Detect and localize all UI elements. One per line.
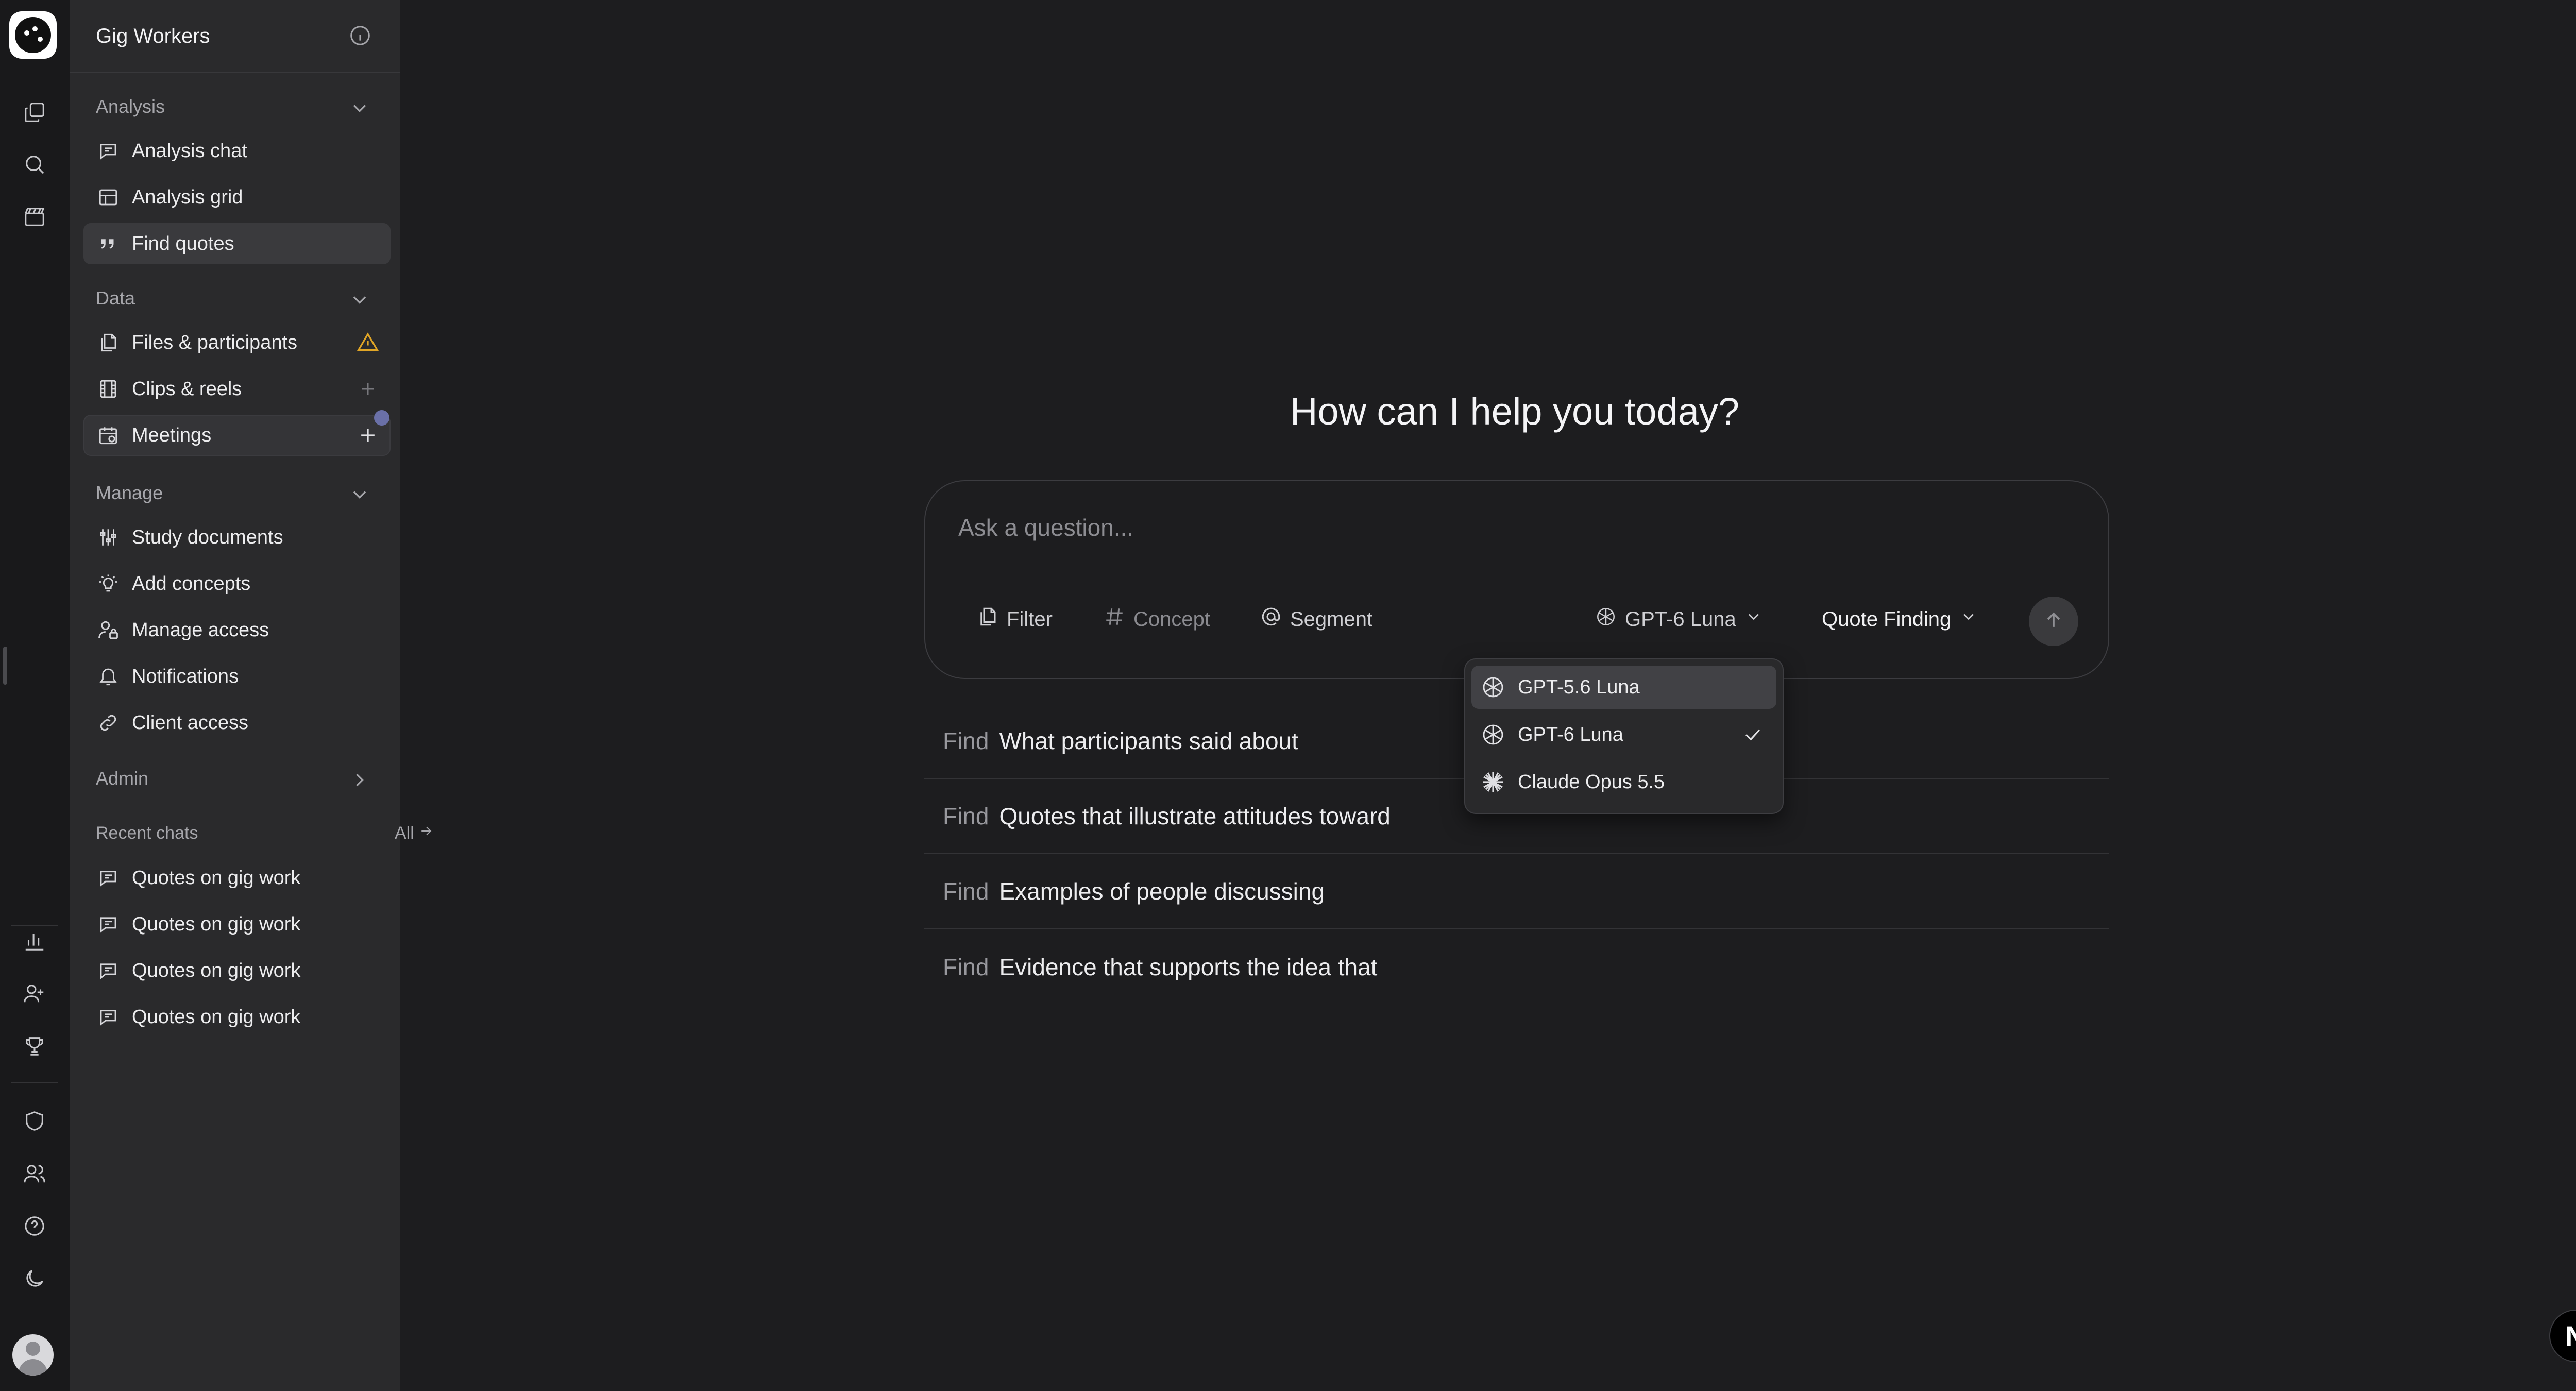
sidebar-item-analysis-chat[interactable]: Analysis chat: [83, 130, 391, 172]
film-icon: [96, 377, 121, 401]
segment-button[interactable]: Segment: [1260, 603, 1372, 636]
chevron-down-icon: [1959, 607, 1978, 631]
moon-icon[interactable]: [18, 1262, 51, 1295]
clapperboard-icon[interactable]: [18, 200, 51, 233]
chat-icon: [96, 1005, 121, 1029]
files-icon: [977, 606, 998, 633]
warning-icon[interactable]: [357, 331, 379, 354]
resize-handle[interactable]: [3, 647, 7, 685]
sidebar-item-client-access[interactable]: Client access: [83, 702, 391, 743]
users-icon[interactable]: [18, 1157, 51, 1190]
plus-icon[interactable]: [357, 378, 379, 400]
section-analysis[interactable]: Analysis: [96, 96, 165, 117]
workspace-title: Gig Workers: [96, 25, 210, 47]
shield-icon[interactable]: [18, 1105, 51, 1138]
sidebar-item-study-documents[interactable]: Study documents: [83, 517, 391, 558]
quote-icon: [96, 231, 121, 256]
filter-button[interactable]: Filter: [977, 603, 1053, 636]
recent-chat-item[interactable]: Quotes on gig work: [83, 996, 391, 1038]
section-recent-chats: Recent chats: [96, 823, 198, 843]
section-manage[interactable]: Manage: [96, 482, 163, 504]
openai-icon: [1480, 721, 1506, 748]
help-icon[interactable]: [18, 1210, 51, 1243]
hash-icon: [1104, 606, 1125, 633]
app-logo[interactable]: [9, 11, 57, 59]
section-data[interactable]: Data: [96, 287, 135, 309]
chevron-down-icon[interactable]: [348, 97, 371, 120]
sidebar-item-meetings[interactable]: Meetings: [83, 415, 391, 456]
logo-mark: [15, 17, 51, 53]
section-admin[interactable]: Admin: [96, 768, 148, 789]
sidebar-item-notifications[interactable]: Notifications: [83, 656, 391, 697]
chevron-down-icon[interactable]: [348, 483, 371, 506]
notification-dot: [374, 410, 389, 426]
recent-chat-item[interactable]: Quotes on gig work: [83, 857, 391, 898]
openai-icon: [1595, 606, 1617, 633]
copy-icon[interactable]: [18, 96, 51, 129]
recent-chat-item[interactable]: Quotes on gig work: [83, 950, 391, 991]
check-icon: [1741, 723, 1764, 746]
avatar[interactable]: [12, 1334, 54, 1376]
sidebar-item-analysis-grid[interactable]: Analysis grid: [83, 177, 391, 218]
suggestion-item[interactable]: Find Examples of people discussing: [924, 854, 2109, 929]
chat-icon: [96, 139, 121, 163]
suggestion-item[interactable]: Find Evidence that supports the idea tha…: [924, 929, 2109, 1005]
model-dropdown-menu: GPT-5.6 Luna GPT-6 Luna Claude Opus 5.5: [1464, 658, 1784, 814]
chevron-down-icon: [1744, 607, 1763, 631]
bar-chart-icon[interactable]: [18, 924, 51, 957]
concept-button[interactable]: Concept: [1104, 603, 1210, 636]
send-button[interactable]: [2029, 597, 2078, 646]
at-sign-icon: [1260, 606, 1282, 633]
files-icon: [96, 330, 121, 355]
chevron-down-icon[interactable]: [348, 289, 371, 311]
link-icon: [96, 710, 121, 735]
sidebar-header: Gig Workers: [70, 0, 400, 73]
trophy-icon[interactable]: [18, 1029, 51, 1062]
user-lock-icon: [96, 618, 121, 642]
info-icon[interactable]: [348, 24, 372, 47]
model-selector[interactable]: GPT-6 Luna: [1595, 603, 1763, 636]
arrow-up-icon: [2042, 609, 2065, 634]
sidebar-item-find-quotes[interactable]: Find quotes: [83, 223, 391, 264]
model-option-gpt-6-luna[interactable]: GPT-6 Luna: [1471, 713, 1776, 756]
bell-icon: [96, 664, 121, 689]
lightbulb-icon: [96, 571, 121, 596]
all-chats-link[interactable]: All: [395, 823, 434, 843]
sidebar-item-clips-reels[interactable]: Clips & reels: [83, 368, 391, 410]
grid-icon: [96, 185, 121, 210]
page-title: How can I help you today?: [1290, 390, 1740, 433]
sidebar: Gig Workers Analysis Analysis chat Analy…: [70, 0, 432, 1391]
user-plus-icon[interactable]: [18, 977, 51, 1010]
calendar-icon: [96, 423, 121, 448]
icon-rail: [0, 0, 70, 1391]
sidebar-item-add-concepts[interactable]: Add concepts: [83, 563, 391, 604]
mode-selector[interactable]: Quote Finding: [1822, 603, 1978, 636]
model-option-gpt-5-6-luna[interactable]: GPT-5.6 Luna: [1471, 666, 1776, 709]
question-input[interactable]: [957, 509, 2041, 546]
chat-icon: [96, 958, 121, 983]
next-badge[interactable]: N: [2549, 1310, 2576, 1362]
model-option-claude-opus-5-5[interactable]: Claude Opus 5.5: [1471, 760, 1776, 804]
sidebar-item-files-participants[interactable]: Files & participants: [83, 322, 391, 363]
search-icon[interactable]: [18, 148, 51, 181]
sidebar-item-manage-access[interactable]: Manage access: [83, 609, 391, 651]
chat-icon: [96, 866, 121, 890]
claude-spark-icon: [1480, 769, 1506, 795]
chevron-right-icon[interactable]: [348, 769, 371, 791]
sliders-icon: [96, 525, 121, 550]
openai-icon: [1480, 674, 1506, 701]
chat-icon: [96, 912, 121, 937]
recent-chat-item[interactable]: Quotes on gig work: [83, 904, 391, 945]
plus-icon[interactable]: [357, 424, 379, 447]
arrow-right-icon: [418, 823, 434, 843]
chat-composer: Filter Concept Segment GPT-6 Luna Quote …: [924, 480, 2109, 679]
